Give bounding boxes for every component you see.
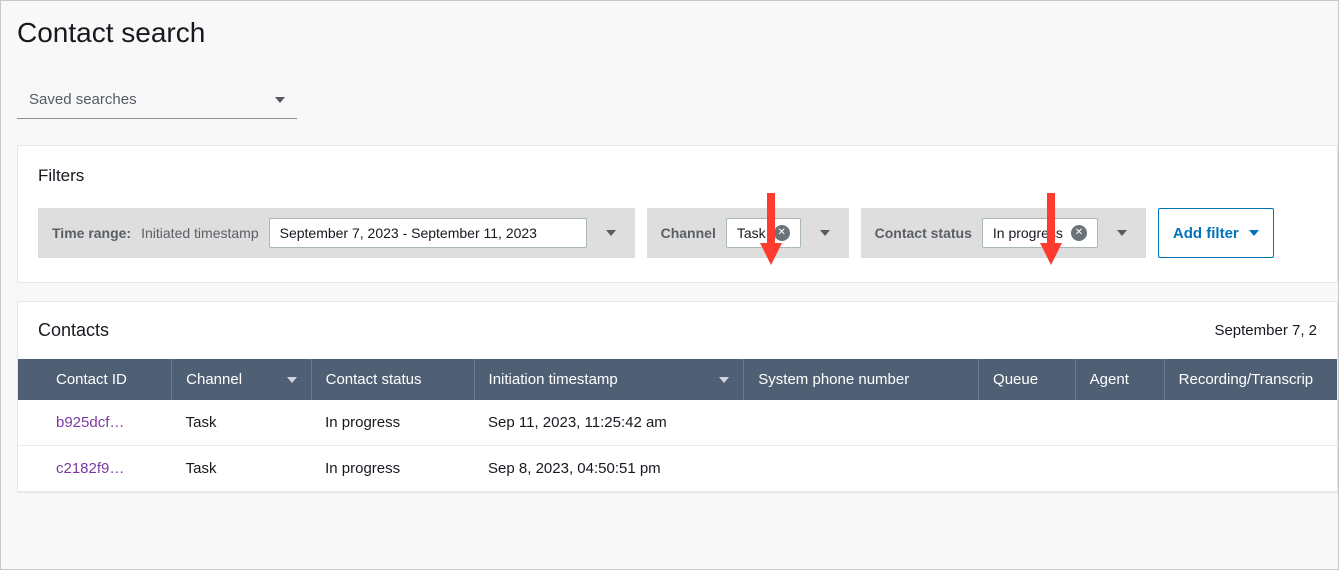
col-contact-id[interactable]: Contact ID (42, 359, 172, 400)
chevron-down-icon (275, 97, 285, 103)
filters-panel: Filters Time range: Initiated timestamp … (17, 145, 1338, 283)
remove-channel-icon[interactable]: ✕ (774, 225, 790, 241)
filter-label-contact-status: Contact status (875, 225, 972, 241)
time-range-dropdown[interactable] (597, 230, 625, 236)
chevron-down-icon (287, 377, 297, 383)
col-agent[interactable]: Agent (1075, 359, 1164, 400)
contact-status-chip[interactable]: In progress ✕ (982, 218, 1098, 248)
col-label: Initiation timestamp (489, 371, 618, 388)
time-range-value: September 7, 2023 - September 11, 2023 (280, 225, 537, 241)
cell-system-phone-number (744, 446, 979, 492)
col-recording[interactable]: Recording/Transcrip (1164, 359, 1338, 400)
col-label: Contact ID (56, 371, 127, 388)
page-title: Contact search (17, 17, 1338, 49)
col-contact-status[interactable]: Contact status (311, 359, 474, 400)
cell-contact-id[interactable]: c2182f9… (42, 446, 172, 492)
col-queue[interactable]: Queue (979, 359, 1076, 400)
contact-status-value: In progress (993, 225, 1063, 241)
filter-sublabel-time-range: Initiated timestamp (141, 225, 259, 241)
contacts-panel: Contacts September 7, 2 Contact ID Chann… (17, 301, 1338, 493)
chevron-down-icon (606, 230, 616, 236)
channel-dropdown[interactable] (811, 230, 839, 236)
cell-recording (1164, 400, 1338, 446)
cell-contact-status: In progress (311, 400, 474, 446)
cell-contact-status: In progress (311, 446, 474, 492)
contacts-date-hint: September 7, 2 (1214, 322, 1317, 339)
chevron-down-icon (1249, 230, 1259, 236)
saved-searches-label: Saved searches (29, 91, 137, 108)
add-filter-button[interactable]: Add filter (1158, 208, 1274, 258)
chevron-down-icon (1117, 230, 1127, 236)
time-range-chip[interactable]: September 7, 2023 - September 11, 2023 (269, 218, 587, 248)
remove-contact-status-icon[interactable]: ✕ (1071, 225, 1087, 241)
chevron-down-icon (820, 230, 830, 236)
chevron-down-icon (719, 377, 729, 383)
filter-channel: Channel Task ✕ (647, 208, 849, 258)
channel-chip[interactable]: Task ✕ (726, 218, 801, 248)
row-selector[interactable] (18, 446, 42, 492)
col-channel[interactable]: Channel (172, 359, 311, 400)
cell-channel: Task (172, 400, 311, 446)
col-initiation-timestamp[interactable]: Initiation timestamp (474, 359, 744, 400)
filter-time-range: Time range: Initiated timestamp Septembe… (38, 208, 635, 258)
cell-channel: Task (172, 446, 311, 492)
cell-contact-id[interactable]: b925dcf… (42, 400, 172, 446)
cell-agent (1075, 400, 1164, 446)
col-label: Channel (186, 371, 242, 388)
filter-contact-status: Contact status In progress ✕ (861, 208, 1146, 258)
add-filter-label: Add filter (1173, 225, 1239, 242)
contact-status-dropdown[interactable] (1108, 230, 1136, 236)
col-system-phone-number[interactable]: System phone number (744, 359, 979, 400)
cell-initiation-timestamp: Sep 11, 2023, 11:25:42 am (474, 400, 744, 446)
filters-title: Filters (38, 166, 1317, 186)
col-label: System phone number (758, 371, 909, 388)
table-row[interactable]: c2182f9…TaskIn progressSep 8, 2023, 04:5… (18, 446, 1338, 492)
cell-queue (979, 400, 1076, 446)
cell-system-phone-number (744, 400, 979, 446)
channel-value: Task (737, 225, 766, 241)
filter-label-time-range: Time range: (52, 225, 131, 241)
col-label: Agent (1090, 371, 1129, 388)
contacts-table: Contact ID Channel Contact status Initia… (18, 359, 1338, 492)
cell-recording (1164, 446, 1338, 492)
table-row[interactable]: b925dcf…TaskIn progressSep 11, 2023, 11:… (18, 400, 1338, 446)
saved-searches-dropdown[interactable]: Saved searches (17, 85, 297, 119)
col-label: Recording/Transcrip (1179, 371, 1314, 388)
row-selector-header (18, 359, 42, 400)
cell-agent (1075, 446, 1164, 492)
filter-label-channel: Channel (661, 225, 716, 241)
contacts-title: Contacts (38, 320, 109, 341)
col-label: Queue (993, 371, 1038, 388)
col-label: Contact status (326, 371, 422, 388)
row-selector[interactable] (18, 400, 42, 446)
cell-initiation-timestamp: Sep 8, 2023, 04:50:51 pm (474, 446, 744, 492)
cell-queue (979, 446, 1076, 492)
